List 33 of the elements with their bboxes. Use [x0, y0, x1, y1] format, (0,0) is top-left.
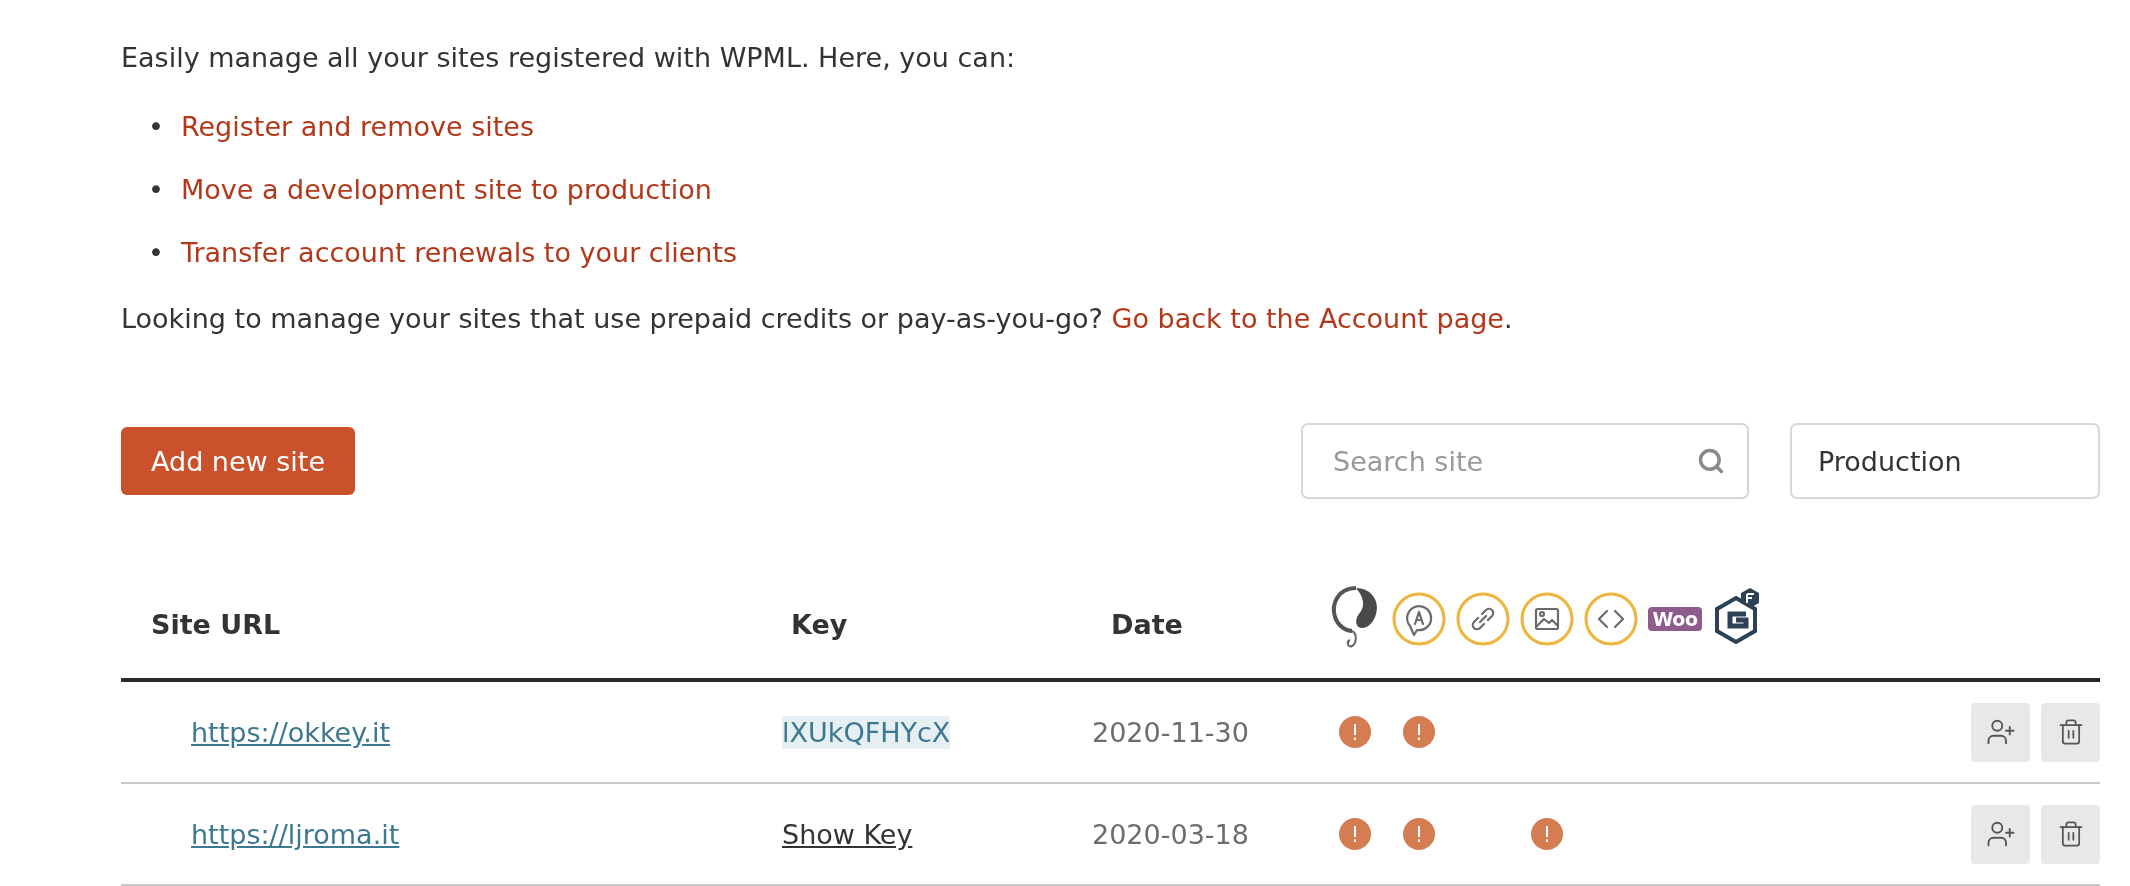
bullet: • [148, 174, 164, 206]
image-icon [1520, 592, 1574, 646]
woo-logo: Woo [1647, 607, 1703, 631]
user-plus-icon [1985, 717, 2016, 747]
column-header: Key [790, 607, 849, 640]
feature-link[interactable]: Register and remove sites [180, 111, 534, 143]
delete-button[interactable] [2041, 804, 2100, 864]
site-url-link[interactable]: https://okkey.it [191, 716, 391, 748]
account-link[interactable]: Go back to the Account page [1111, 303, 1504, 334]
search-icon [1697, 447, 1725, 475]
environment-select[interactable]: Production [1790, 423, 2100, 499]
bullet: • [148, 111, 164, 143]
add-user-button[interactable] [1971, 702, 2030, 762]
account-note: Looking to manage your sites that use prepaid credits or pay-as-you-go? Go back to the Account page. [121, 303, 1514, 335]
intro-text: Easily manage all your sites registered with WPML. Here, you can: [121, 42, 1017, 74]
column-header: Date [1110, 607, 1184, 640]
site-url-link[interactable]: https://ljroma.it [191, 818, 400, 850]
search-field[interactable]: Search site [1301, 423, 1749, 499]
delete-button[interactable] [2041, 702, 2100, 762]
feature-link[interactable]: Transfer account renewals to your clients [180, 237, 738, 269]
translate-icon [1392, 592, 1446, 646]
add-user-button[interactable] [1971, 804, 2030, 864]
license-key: lXUkQFHYcX [782, 715, 951, 749]
code-icon [1584, 592, 1638, 646]
feature-link[interactable]: Move a development site to production [180, 174, 712, 206]
link-icon [1456, 592, 1510, 646]
date-text: 2020-03-18 [1092, 818, 1250, 850]
bullet: • [148, 237, 164, 269]
user-plus-icon [1985, 819, 2016, 849]
date-text: 2020-11-30 [1092, 716, 1250, 748]
show-key-link[interactable]: Show Key [782, 818, 913, 850]
column-header: Site URL [150, 607, 282, 640]
add-site-button[interactable]: Add new site [121, 427, 355, 495]
